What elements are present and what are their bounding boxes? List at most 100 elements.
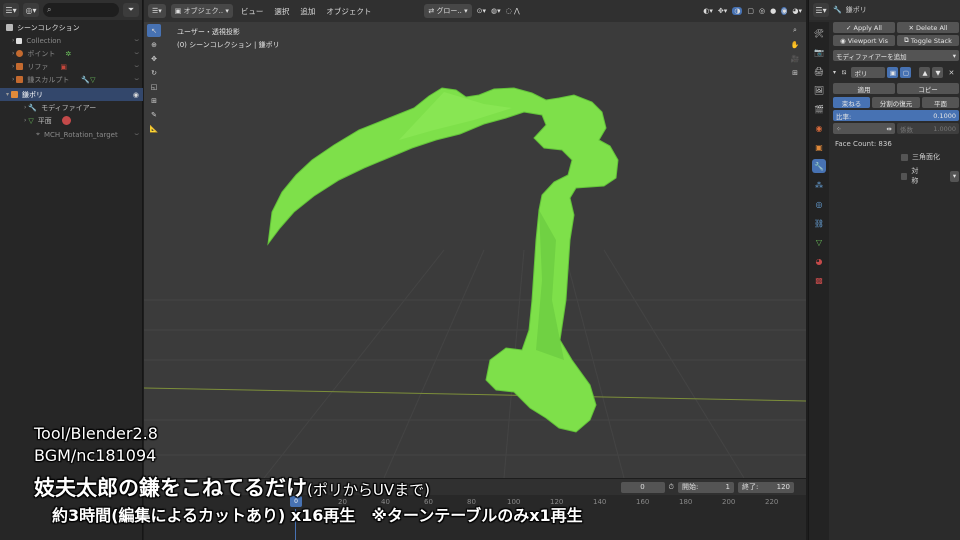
tab-collapse[interactable]: 束ねる [833,97,870,108]
copy-button[interactable]: コピー [897,83,959,94]
apply-all-button[interactable]: ✓ Apply All [833,22,895,33]
3d-viewport[interactable]: ☰▾ ▣ オブジェク.. ▾ ビュー 選択 追加 オブジェクト ⇄ グロー.. … [144,0,806,478]
editor-type-button[interactable]: ☰▾ [813,3,829,17]
checkbox-icon[interactable] [901,153,908,161]
zoom-icon[interactable]: ⌕ [788,24,802,37]
xray-icon[interactable]: ▢ [747,7,754,15]
texture-tab-icon[interactable]: ▩ [812,273,826,287]
overlay-toggle-icon[interactable]: ◑ [732,7,743,15]
world-tab-icon[interactable]: ◉ [812,121,826,135]
material-shading-icon[interactable]: ◉ [781,7,788,15]
scale-tool-icon[interactable]: ◱ [147,80,161,93]
tab-planar[interactable]: 平面 [922,97,959,108]
rotate-tool-icon[interactable]: ↻ [147,66,161,79]
select-tool-icon[interactable]: ↖ [147,24,161,37]
outliner-search-input[interactable]: ⌕ [43,3,119,17]
outliner-item-sculpt[interactable]: › 鎌スカルプト 🔧 ▽ ⌣ [0,73,143,86]
end-frame-field[interactable]: 終了: 120 [738,481,794,493]
measure-tool-icon[interactable]: 📐 [147,122,161,135]
tab-unsubdivide[interactable]: 分割の復元 [871,97,921,108]
outliner-item-collection[interactable]: › Collection ⌣ [0,34,143,47]
menu-add[interactable]: 追加 [297,6,318,17]
physics-tab-icon[interactable]: ◎ [812,197,826,211]
camera-view-icon[interactable]: 🎥 [788,52,802,65]
editor-type-button[interactable]: ☰▾ [3,3,19,17]
symmetry-checkbox[interactable]: 対称 ▾ [901,166,959,186]
triangulate-checkbox[interactable]: 三角面化 [901,152,959,162]
proportional-icon[interactable]: ◌ ⋀ [506,7,520,15]
toggle-stack-button[interactable]: ⧉ Toggle Stack [897,35,959,46]
editmode-toggle-icon[interactable]: ▣ [887,67,899,78]
current-frame-field[interactable]: 0 [620,481,665,493]
data-tab-icon[interactable]: ▽ [812,235,826,249]
move-tool-icon[interactable]: ✥ [147,52,161,65]
visibility-hidden-icon[interactable]: ⌣ [134,62,139,71]
ratio-slider[interactable]: 比率: 0.1000 [833,110,959,121]
render-tab-icon[interactable]: 📷 [812,45,826,59]
menu-select[interactable]: 選択 [271,6,292,17]
pivot-icon[interactable]: ⊙▾ [477,7,486,15]
visibility-hidden-icon[interactable]: ⌣ [134,49,139,58]
scene-tab-icon[interactable]: 🎬 [812,102,826,116]
gizmo-icon[interactable]: ✥▾ [718,7,727,15]
constraints-tab-icon[interactable]: ⛓ [812,216,826,230]
menu-object[interactable]: オブジェクト [323,6,374,17]
factor-field[interactable]: 係数 1.0000 [897,123,959,134]
vertex-group-field[interactable]: ⁘ ⇹ [833,123,895,134]
outliner-item-point[interactable]: › ポイント ✲ ⌣ [0,47,143,60]
cursor-tool-icon[interactable]: ⊕ [147,38,161,51]
chevron-right-icon: › [24,117,27,124]
start-frame-field[interactable]: 開始: 1 [678,481,734,493]
outliner-item-sickle-poly[interactable]: ▾ 鎌ポリ ◉ [0,88,143,101]
output-tab-icon[interactable]: 🖨 [812,64,826,78]
scene-collection-row[interactable]: シーンコレクション [0,21,143,34]
object-tab-icon[interactable]: ▣ [812,140,826,154]
checkbox-icon[interactable] [16,37,23,44]
realtime-toggle-icon[interactable]: ▢ [900,67,912,78]
particles-tab-icon[interactable]: ⁂ [812,178,826,192]
modifier-tab-icon[interactable]: 🔧 [812,159,826,173]
pan-hand-icon[interactable]: ✋ [788,38,802,51]
visibility-hidden-icon[interactable]: ⌣ [134,130,139,139]
tool-tab-icon[interactable]: 🛠 [812,26,826,40]
modifier-name-field[interactable]: ポリ [851,67,886,78]
checkbox-icon[interactable] [901,172,908,180]
chevron-down-icon[interactable]: ▾ [949,170,959,182]
solid-shading-icon[interactable]: ● [770,7,776,15]
outliner-item-reference[interactable]: › リファ ▣ ⌣ [0,60,143,73]
outliner-item-mch-target[interactable]: ⌖ MCH_Rotation_target ⌣ [0,128,143,141]
material-tab-icon[interactable]: ◕ [812,254,826,268]
menu-view[interactable]: ビュー [238,6,267,17]
viewport-vis-button[interactable]: ◉ Viewport Vis [833,35,895,46]
orientation-dropdown[interactable]: ⇄ グロー.. ▾ [424,4,472,18]
annotate-tool-icon[interactable]: ✎ [147,108,161,121]
display-mode-button[interactable]: ◎▾ [23,3,39,17]
transform-tool-icon[interactable]: ⊞ [147,94,161,107]
outliner-item-label: モディファイアー [41,103,97,112]
close-icon[interactable]: ✕ [948,69,954,77]
apply-button[interactable]: 適用 [833,83,895,94]
outliner-item-plane[interactable]: › ▽ 平面 [0,114,143,127]
chevron-down-icon[interactable]: ▾ [833,69,836,76]
mode-dropdown[interactable]: ▣ オブジェク.. ▾ [170,4,233,18]
material-icon [61,116,71,125]
outliner-header: ☰▾ ◎▾ ⌕ ⏷ [0,0,142,20]
editor-type-button[interactable]: ☰▾ [148,4,166,18]
view-layer-tab-icon[interactable]: 🖼 [812,83,826,97]
rendered-shading-icon[interactable]: ◕▾ [792,7,802,15]
visibility-hidden-icon[interactable]: ⌣ [134,36,139,45]
visibility-dropdown-icon[interactable]: ◐▾ [703,7,713,15]
wireframe-shading-icon[interactable]: ◎ [759,7,765,15]
perspective-grid-icon[interactable]: ⊞ [788,66,802,79]
delete-all-button[interactable]: ✕ Delete All [897,22,959,33]
move-up-icon[interactable]: ▲ [919,67,931,78]
visibility-hidden-icon[interactable]: ⌣ [134,75,139,84]
move-down-icon[interactable]: ▼ [932,67,944,78]
search-icon: ⌕ [47,5,52,14]
visibility-eye-icon[interactable]: ◉ [133,91,139,99]
add-modifier-dropdown[interactable]: モディファイアーを追加 ▾ [833,50,959,61]
outliner-item-modifiers[interactable]: › 🔧 モディファイアー [0,101,143,114]
stopwatch-icon[interactable]: ⏱ [669,483,674,492]
filter-icon[interactable]: ⏷ [123,3,139,17]
snap-icon[interactable]: ◍▾ [491,7,501,15]
